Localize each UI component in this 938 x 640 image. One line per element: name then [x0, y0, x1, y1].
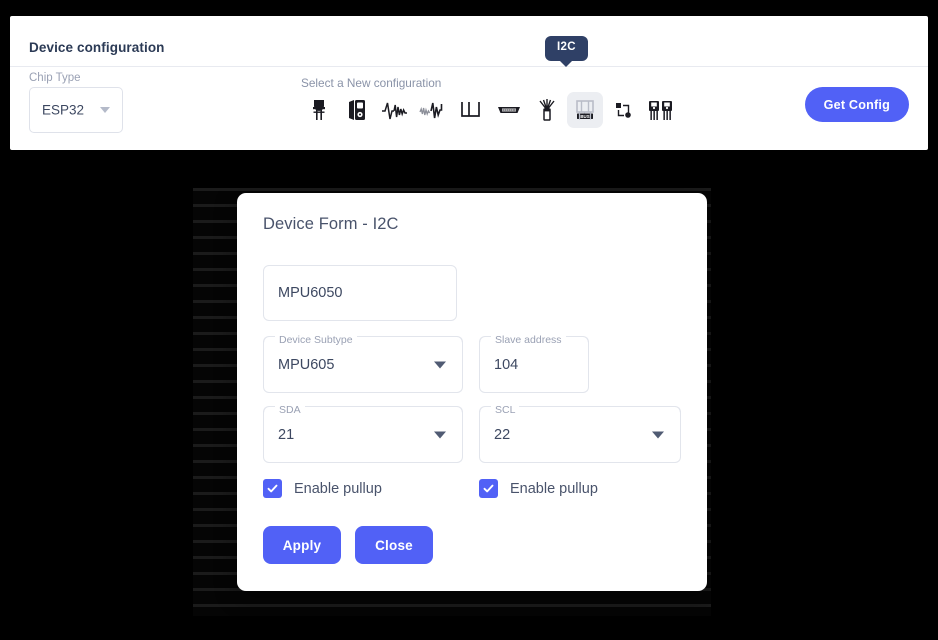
sda-pullup-label: Enable pullup: [294, 480, 382, 497]
page-title: Device configuration: [29, 40, 165, 55]
chevron-down-icon: [652, 431, 664, 438]
checkbox-checked-icon: [479, 479, 498, 498]
scl-pullup-label: Enable pullup: [510, 480, 598, 497]
select-configuration-label: Select a New configuration: [301, 76, 442, 90]
chevron-down-icon: [434, 361, 446, 368]
chevron-down-icon: [100, 107, 110, 113]
chip-type-value: ESP32: [42, 102, 85, 118]
config-icon-button-square-wave[interactable]: [453, 92, 489, 128]
sda-label: SDA: [279, 404, 301, 416]
close-button[interactable]: Close: [355, 526, 433, 564]
config-icon-button-i2c-bus[interactable]: BUS: [567, 92, 603, 128]
device-subtype-select[interactable]: Device Subtype MPU605: [263, 334, 463, 393]
scl-pullup-checkbox[interactable]: Enable pullup: [479, 479, 598, 498]
get-config-button[interactable]: Get Config: [804, 87, 909, 122]
device-name-value: MPU6050: [278, 285, 343, 301]
device-form: MPU6050 Device Subtype MPU605 Slave addr…: [263, 265, 681, 564]
dialog-title: Device Form - I2C: [263, 215, 399, 233]
config-icon-button-waveform-pulse[interactable]: [377, 92, 413, 128]
sda-pullup-checkbox[interactable]: Enable pullup: [263, 479, 479, 498]
configuration-icon-strip: BUS: [301, 92, 681, 128]
checkbox-checked-icon: [263, 479, 282, 498]
device-name-input[interactable]: MPU6050: [263, 265, 457, 321]
db9-connector-icon: [495, 97, 523, 123]
sda-scl-row: SDA 21 SCL 22: [263, 404, 681, 463]
slave-address-value: 104: [494, 356, 519, 373]
config-icon-button-antenna[interactable]: [529, 92, 565, 128]
chevron-down-icon: [434, 431, 446, 438]
waveform-noise-icon: [418, 97, 448, 123]
config-icon-button-waveform-noise[interactable]: [415, 92, 451, 128]
node-graph-icon: [611, 97, 635, 123]
config-icon-button-led[interactable]: [301, 92, 337, 128]
sda-outline: SDA: [263, 404, 463, 416]
scl-select[interactable]: SCL 22: [479, 404, 681, 463]
device-configuration-panel: Device configuration Chip Type ESP32 Sel…: [10, 16, 928, 150]
transistor-pair-icon: [646, 97, 676, 123]
subtype-address-row: Device Subtype MPU605 Slave address 104: [263, 334, 681, 393]
waveform-pulse-icon: [380, 97, 410, 123]
chip-type-field: Chip Type ESP32: [29, 72, 123, 133]
display-module-icon: [345, 97, 369, 123]
slave-address-label: Slave address: [495, 334, 562, 346]
svg-text:BUS: BUS: [580, 114, 589, 119]
sda-value: 21: [278, 426, 295, 443]
led-icon: [307, 97, 331, 123]
device-subtype-outline: Device Subtype: [263, 334, 463, 346]
screen: Device configuration Chip Type ESP32 Sel…: [0, 0, 938, 640]
pullup-row: Enable pullup Enable pullup: [263, 479, 681, 498]
config-icon-button-db9-connector[interactable]: [491, 92, 527, 128]
device-subtype-value: MPU605: [278, 356, 335, 373]
slave-address-outline: Slave address: [479, 334, 589, 346]
config-icon-button-display-module[interactable]: [339, 92, 375, 128]
square-wave-icon: [458, 97, 484, 123]
antenna-icon: [535, 97, 559, 123]
scl-label: SCL: [495, 404, 516, 416]
slave-address-input[interactable]: Slave address 104: [479, 334, 589, 393]
i2c-bus-icon: BUS: [572, 97, 598, 123]
device-form-dialog: Device Form - I2C MPU6050 Device Subtype…: [237, 193, 707, 591]
config-icon-button-transistor-pair[interactable]: [643, 92, 679, 128]
chip-type-select[interactable]: ESP32: [29, 87, 123, 133]
apply-button[interactable]: Apply: [263, 526, 341, 564]
scl-outline: SCL: [479, 404, 681, 416]
scl-value: 22: [494, 426, 511, 443]
config-icon-button-node-graph[interactable]: [605, 92, 641, 128]
tooltip-i2c: I2C: [545, 36, 588, 61]
sda-select[interactable]: SDA 21: [263, 404, 463, 463]
dialog-actions: Apply Close: [263, 526, 681, 564]
device-subtype-label: Device Subtype: [279, 334, 353, 346]
chip-type-label: Chip Type: [29, 72, 81, 84]
panel-divider: [10, 66, 928, 67]
